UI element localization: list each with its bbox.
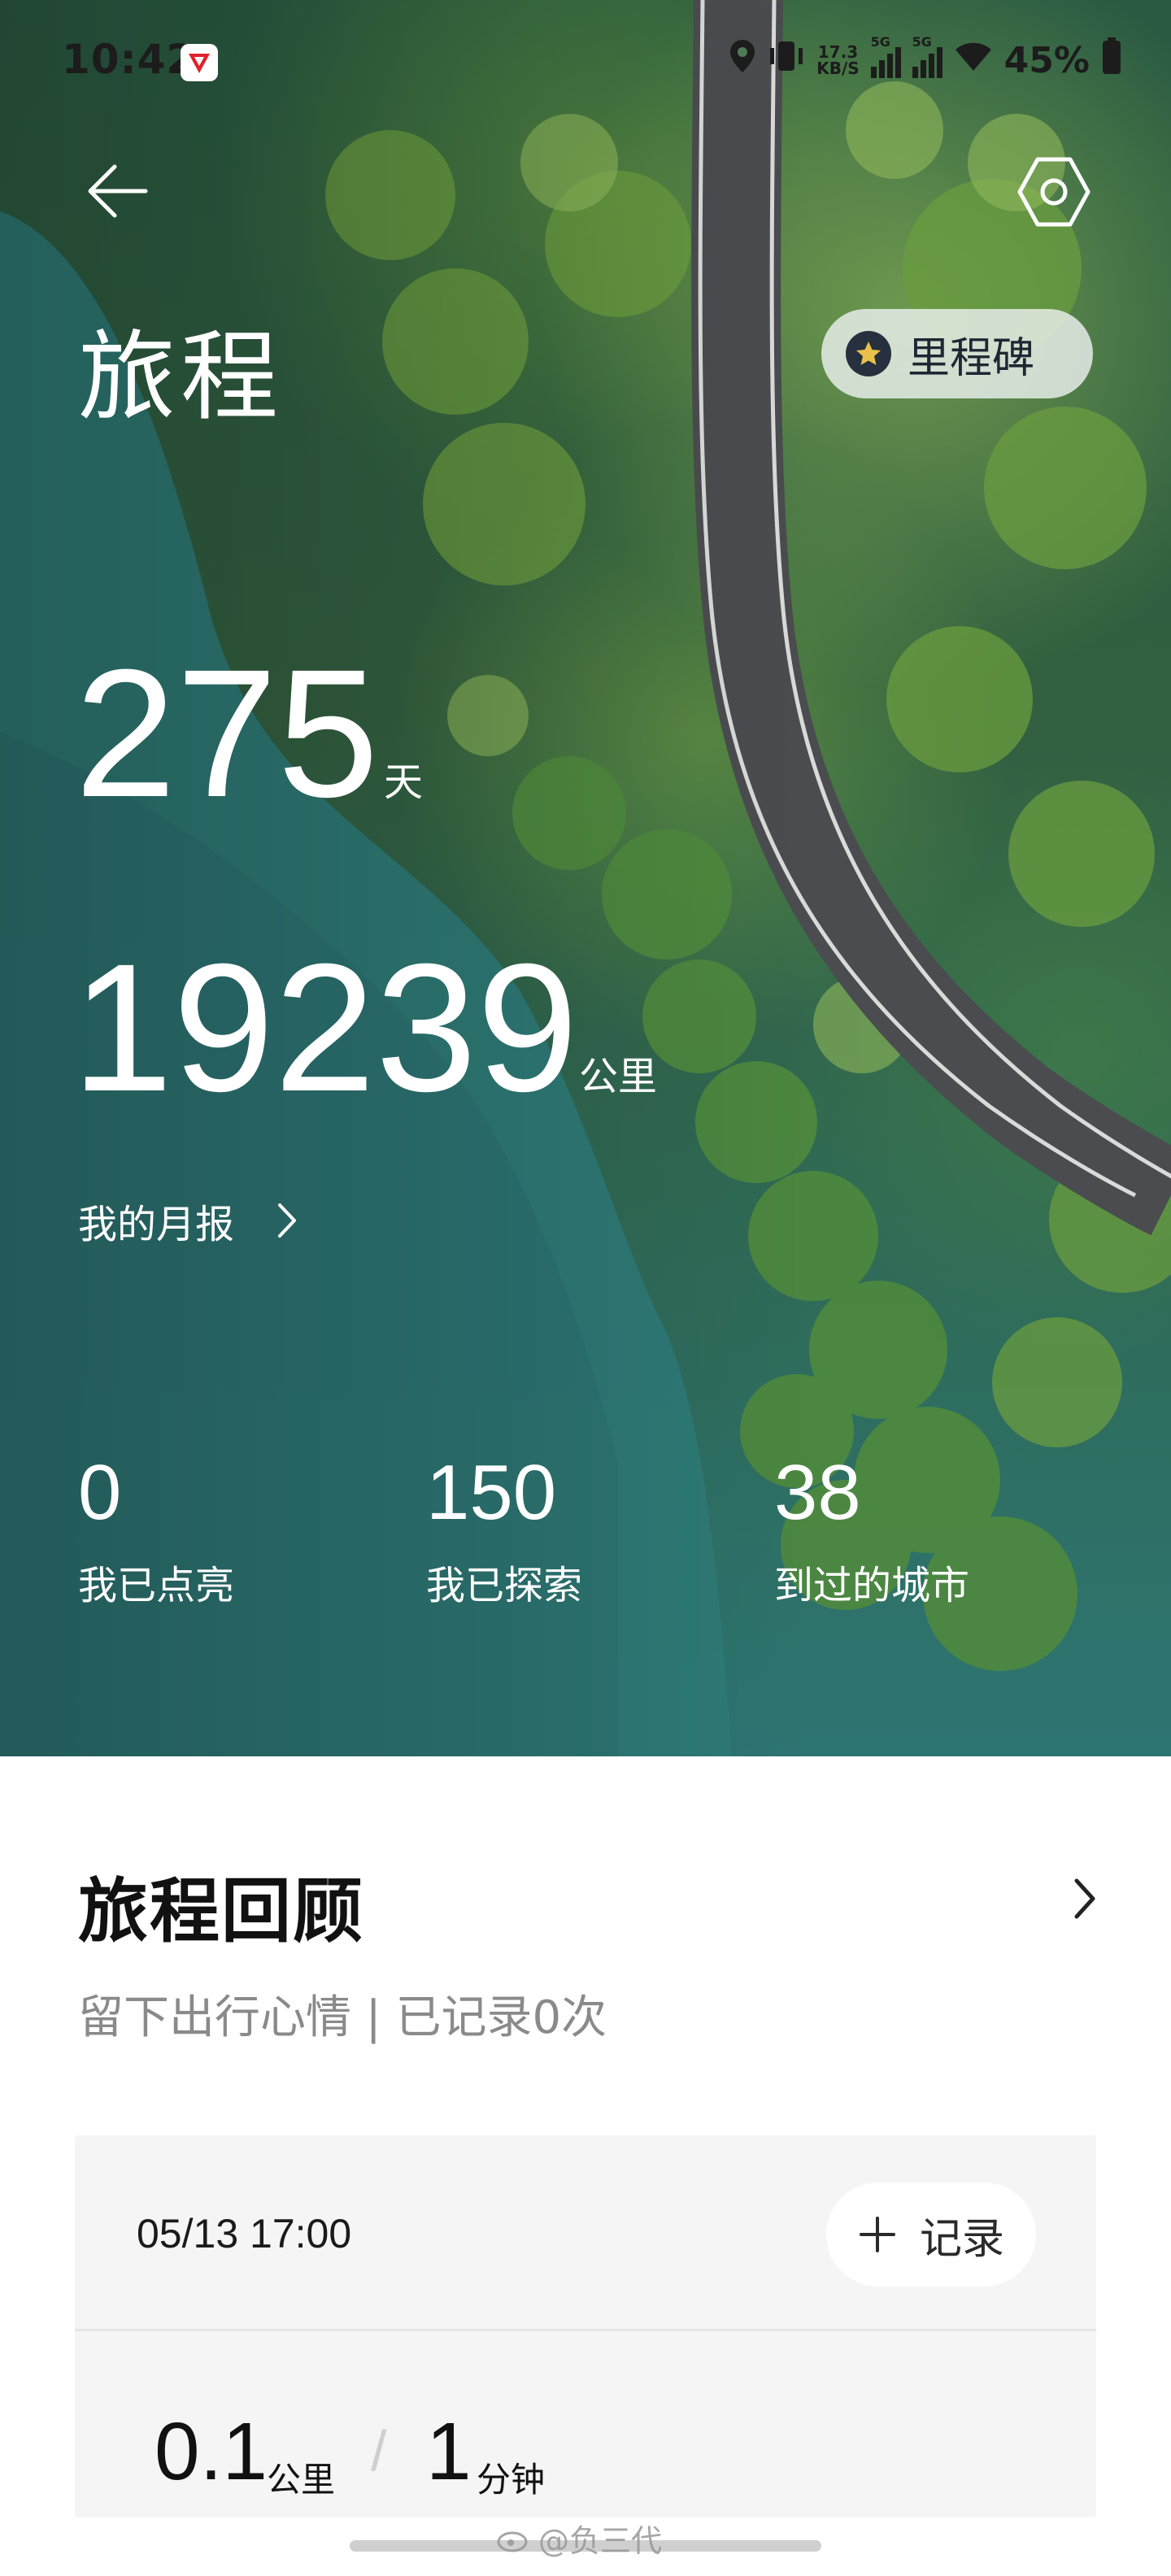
signal-icon-sim1: 5G — [870, 34, 901, 78]
stat-explored-label: 我已探索 — [426, 1563, 583, 1608]
milestone-button[interactable]: 里程碑 — [821, 309, 1093, 398]
battery-percent: 45% — [1003, 39, 1090, 81]
stat-lit-label: 我已点亮 — [78, 1563, 235, 1608]
review-title: 旅程回顾 — [78, 1871, 364, 1952]
signal-icon-sim2: 5G — [912, 34, 942, 78]
milestone-label: 里程碑 — [908, 333, 1035, 383]
status-time: 10:42 — [62, 36, 196, 83]
stat-lit-value: 0 — [78, 1449, 122, 1536]
network-speed: 17.3 KB/S — [816, 44, 859, 76]
record-label: 记录 — [919, 2214, 1004, 2264]
record-button[interactable]: 记录 — [826, 2182, 1036, 2287]
sim1-label: 5G — [870, 34, 890, 50]
sim2-label: 5G — [912, 34, 932, 50]
distance-unit: 公里 — [579, 1054, 658, 1099]
page-title: 旅程 — [78, 321, 283, 434]
days-value: 275 — [75, 632, 379, 835]
network-speed-value: 17.3 — [817, 42, 859, 62]
distance-value: 19239 — [72, 926, 578, 1129]
stats-row: 0 我已点亮 150 我已探索 38 到过的城市 — [78, 1454, 1086, 1633]
status-bar: 10:42 17.3 KB/S 5G 5G 45% — [0, 0, 1171, 130]
wifi-icon — [954, 40, 993, 81]
trip-distance-unit: 公里 — [267, 2460, 336, 2500]
battery-icon — [1101, 37, 1122, 85]
stat-cities-label: 到过的城市 — [774, 1563, 970, 1608]
vibrate-icon — [768, 38, 805, 83]
stat-cities[interactable]: 38 到过的城市 — [774, 1454, 969, 1610]
watermark-text: @负三代 — [538, 2523, 663, 2559]
stat-explored[interactable]: 150 我已探索 — [426, 1454, 582, 1610]
chevron-right-icon — [278, 1203, 297, 1238]
gear-hexagon-icon — [1017, 157, 1090, 227]
location-icon — [729, 38, 756, 83]
review-more-button[interactable] — [1060, 1870, 1109, 1927]
settings-button[interactable] — [1013, 151, 1095, 233]
plus-icon — [859, 2217, 895, 2252]
back-button[interactable] — [81, 154, 155, 228]
weibo-logo-icon — [497, 2531, 528, 2552]
hero-banner: 10:42 17.3 KB/S 5G 5G 45% 旅程 里程碑 275 天 1… — [0, 0, 1171, 1756]
stat-explored-value: 150 — [426, 1449, 557, 1536]
card-divider — [75, 2329, 1096, 2331]
trip-duration-value: 1 — [426, 2406, 472, 2497]
watermark: @负三代 — [496, 2516, 662, 2561]
monthly-report-label: 我的月报 — [78, 1202, 235, 1247]
review-subtitle: 留下出行心情 | 已记录0次 — [78, 1991, 607, 2044]
trip-datetime: 05/13 17:00 — [137, 2211, 352, 2256]
app-notification-icon — [181, 44, 218, 81]
chevron-right-icon — [1074, 1878, 1095, 1919]
status-icons: 17.3 KB/S 5G 5G 45% — [729, 34, 1122, 85]
stat-cities-value: 38 — [774, 1449, 861, 1536]
trip-duration-unit: 分钟 — [477, 2460, 546, 2500]
trip-separator: / — [371, 2419, 387, 2482]
monthly-report-link[interactable]: 我的月报 — [78, 1192, 299, 1249]
star-icon — [846, 331, 891, 376]
trip-distance-value: 0.1 — [155, 2406, 268, 2497]
days-unit: 天 — [384, 759, 424, 805]
stat-lit[interactable]: 0 我已点亮 — [78, 1454, 234, 1610]
network-speed-unit: KB/S — [816, 59, 860, 78]
trip-card[interactable]: 05/13 17:00 记录 0.1 公里 / 1 分钟 — [75, 2135, 1096, 2517]
arrow-left-icon — [88, 164, 148, 218]
